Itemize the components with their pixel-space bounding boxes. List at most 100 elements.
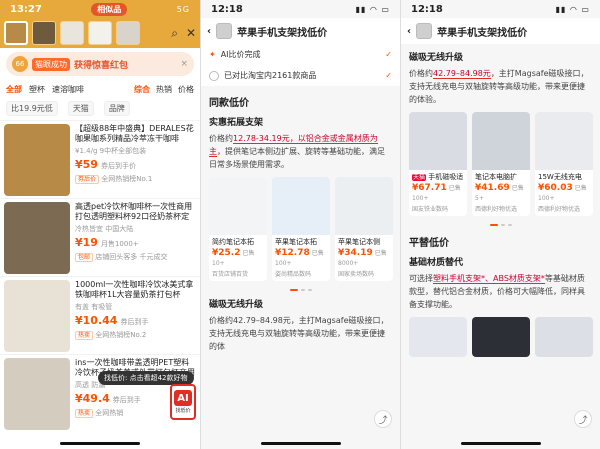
subsection-title: 基础材质替代 (409, 258, 464, 268)
sort-composite[interactable]: 综合 (134, 84, 150, 95)
product-shop: 西德利好物优选 (538, 206, 581, 213)
page-title: 苹果手机支架找低价 (437, 27, 528, 39)
thumbnail[interactable] (60, 21, 84, 45)
product-price: ¥12.78 已售100+ (275, 248, 324, 267)
product-name: 笔记本电脑扩 (475, 173, 517, 181)
product-image[interactable] (4, 124, 70, 196)
product-shop: 西德利好物优选 (475, 206, 518, 213)
product-image (409, 112, 467, 170)
section-title: 同款低价 (209, 98, 249, 109)
product-title[interactable]: 1000ml一次性咖啡冷饮冰美式拿铁咖啡杯1L大容量奶茶打包杯 (75, 280, 196, 300)
share-icon[interactable]: ⤴ (374, 410, 392, 428)
product-image[interactable] (472, 317, 530, 357)
product-image[interactable] (4, 280, 70, 352)
thumbnail[interactable] (116, 21, 140, 45)
filter-brand[interactable]: 品牌 (103, 101, 130, 116)
product-cards: 简约笔记本拓 ¥25.2 已售10+ 百货店铺百货 苹果笔记本拓 ¥12.78 已售… (201, 171, 400, 287)
product-price: ¥59 券后到手价 (75, 158, 136, 171)
home-indicator (261, 442, 341, 445)
product-image[interactable] (4, 202, 70, 274)
product-cards: 天猫 手机磁吸适 ¥67.71 已售100+ 国友铁业数码 笔记本电脑扩 ¥41.… (401, 106, 600, 222)
check-icon: ✓ (385, 71, 392, 80)
subsection-title: 磁吸无线升级 (409, 53, 464, 63)
check-icon: ✓ (385, 50, 392, 59)
product-row[interactable]: 【超级88年中盛典】DERALES花咖果咖系列精品冷萃冻干咖啡2.1g ¥1.4… (0, 120, 200, 198)
product-meta: ¥1.4/g 9中杯全部包装 (75, 147, 147, 155)
nav-bar: ‹ 苹果手机支架找低价 (401, 18, 600, 44)
promo-text: 获得惊喜红包 (74, 60, 129, 71)
product-name: 苹果笔记本拓 (275, 238, 317, 246)
thumbnail-selected[interactable] (4, 21, 28, 45)
promo-banner[interactable]: 66 猫眼成功 获得惊喜红包 × (6, 52, 194, 76)
page-title: 苹果手机支架找低价 (237, 27, 328, 39)
step-label: 已对比淘宝内2161款商品 (224, 71, 317, 80)
product-thumbnail (216, 23, 233, 39)
subsection-title: 磁吸无线升级 (209, 300, 264, 310)
product-image (535, 112, 593, 170)
similar-products-pill[interactable]: 相似品 (91, 2, 128, 16)
phone-screen-ai-compare-scrolled: 12:18 ▮▮ ◠ ▭ ‹ 苹果手机支架找低价 磁吸无线升级 价格约42.79… (400, 0, 600, 449)
thumbnail[interactable] (32, 21, 56, 45)
product-card[interactable]: 简约笔记本拓 ¥25.2 已售10+ 百货店铺百货 (209, 177, 267, 281)
product-price: ¥60.03 已售100+ (538, 183, 587, 202)
product-title[interactable]: 【超级88年中盛典】DERALES花咖果咖系列精品冷萃冻干咖啡2.1g (75, 124, 196, 144)
product-card[interactable]: 苹果笔记本侧 ¥34.19 已售8000+ 国家卖场数码 (335, 177, 393, 281)
product-card[interactable]: 15W无线充电 ¥60.03 已售100+ 西德利好物优选 (535, 112, 593, 216)
product-card[interactable]: 笔记本电脑扩 ¥41.69 已售5+ 西德利好物优选 (472, 112, 530, 216)
status-time: 13:27 (10, 3, 42, 15)
sort-hot[interactable]: 热销 (156, 84, 172, 95)
product-image (335, 177, 393, 235)
ai-tooltip[interactable]: 找低价: 点击看超42款好物 (98, 371, 194, 385)
signal-icon: ▮▮ ◠ ▭ (555, 4, 590, 14)
toolbar-icons: ⌕ ✕ (171, 26, 196, 41)
filter-tmall[interactable]: 天猫 (67, 101, 94, 116)
product-image (272, 177, 330, 235)
signal-icon: ▮▮ ◠ ▭ (355, 4, 390, 14)
product-shop: 国友铁业数码 (412, 206, 449, 213)
home-indicator (461, 442, 541, 445)
product-price: ¥19 月售1000+ (75, 236, 139, 249)
ai-find-low-price-button[interactable]: AI 找低价 (170, 384, 196, 420)
description: 价格约42.79–84.98元，主打Magsafe磁吸接口，支持无线充电与双轴旋… (209, 316, 389, 351)
status-time: 12:18 (211, 3, 243, 15)
tab-instant-coffee[interactable]: 速溶咖啡 (52, 84, 84, 95)
nav-bar: ‹ 苹果手机支架找低价 (201, 18, 400, 44)
close-icon[interactable]: ✕ (186, 26, 196, 41)
sparkle-icon: ✦ (209, 50, 216, 59)
product-image[interactable] (535, 317, 593, 357)
product-image[interactable] (4, 358, 70, 430)
product-image-strip (401, 311, 600, 363)
product-price: ¥67.71 已售100+ (412, 183, 461, 202)
close-icon[interactable]: × (180, 59, 188, 69)
filter-price[interactable]: 比19.9元低 (6, 101, 58, 116)
section-title: 平替低价 (409, 238, 449, 249)
phone-screen-search-results: 13:27 相似品 5G ⌕ ✕ 66 猫眼成功 获得惊喜红包 × 全部 塑杯 … (0, 0, 200, 449)
tab-plastic-cup[interactable]: 塑杯 (29, 84, 45, 95)
ai-step-compared: 已对比淘宝内2161款商品 ✓ (201, 65, 400, 86)
product-image (209, 177, 267, 235)
tab-all[interactable]: 全部 (6, 84, 22, 95)
thumbnail[interactable] (88, 21, 112, 45)
product-card[interactable]: 天猫 手机磁吸适 ¥67.71 已售100+ 国友铁业数码 (409, 112, 467, 216)
search-icon[interactable]: ⌕ (171, 26, 178, 41)
ai-button-label: 找低价 (175, 408, 191, 414)
product-price: ¥10.44 券后到手 (75, 314, 149, 327)
share-icon[interactable]: ⤴ (574, 410, 592, 428)
status-bar: 13:27 相似品 5G (0, 0, 200, 18)
back-icon[interactable]: ‹ (207, 26, 211, 37)
back-icon[interactable]: ‹ (407, 26, 411, 37)
product-row[interactable]: 1000ml一次性咖啡冷饮冰美式拿铁咖啡杯1L大容量奶茶打包杯 有盖 有吸管 ¥… (0, 276, 200, 354)
carousel-pager (201, 289, 400, 291)
category-tabs: 全部 塑杯 速溶咖啡 综合 热销 价格 (0, 80, 200, 99)
product-row[interactable]: 高透pet冷饮杯咖啡杯一次性商用打包透明塑料杯92口径奶茶杯定制 冷热皆宜 中国… (0, 198, 200, 276)
subsection-title: 实惠拓展支架 (209, 118, 264, 128)
product-card[interactable]: 苹果笔记本拓 ¥12.78 已售100+ 姿尚精品数码 (272, 177, 330, 281)
product-price: ¥25.2 已售10+ (212, 248, 255, 267)
product-image[interactable] (409, 317, 467, 357)
product-title[interactable]: 高透pet冷饮杯咖啡杯一次性商用打包透明塑料杯92口径奶茶杯定制 (75, 202, 196, 222)
description: 价格约42.79–84.98元，主打Magsafe磁吸接口，支持无线充电与双轴旋… (409, 69, 589, 104)
product-name: 苹果笔记本侧 (338, 238, 380, 246)
status-time: 12:18 (411, 3, 443, 15)
phone-screen-ai-compare: 12:18 ▮▮ ◠ ▭ ‹ 苹果手机支架找低价 ✦ AI比价完成 ✓ 已对比淘… (200, 0, 400, 449)
sort-price[interactable]: 价格 (178, 84, 194, 95)
